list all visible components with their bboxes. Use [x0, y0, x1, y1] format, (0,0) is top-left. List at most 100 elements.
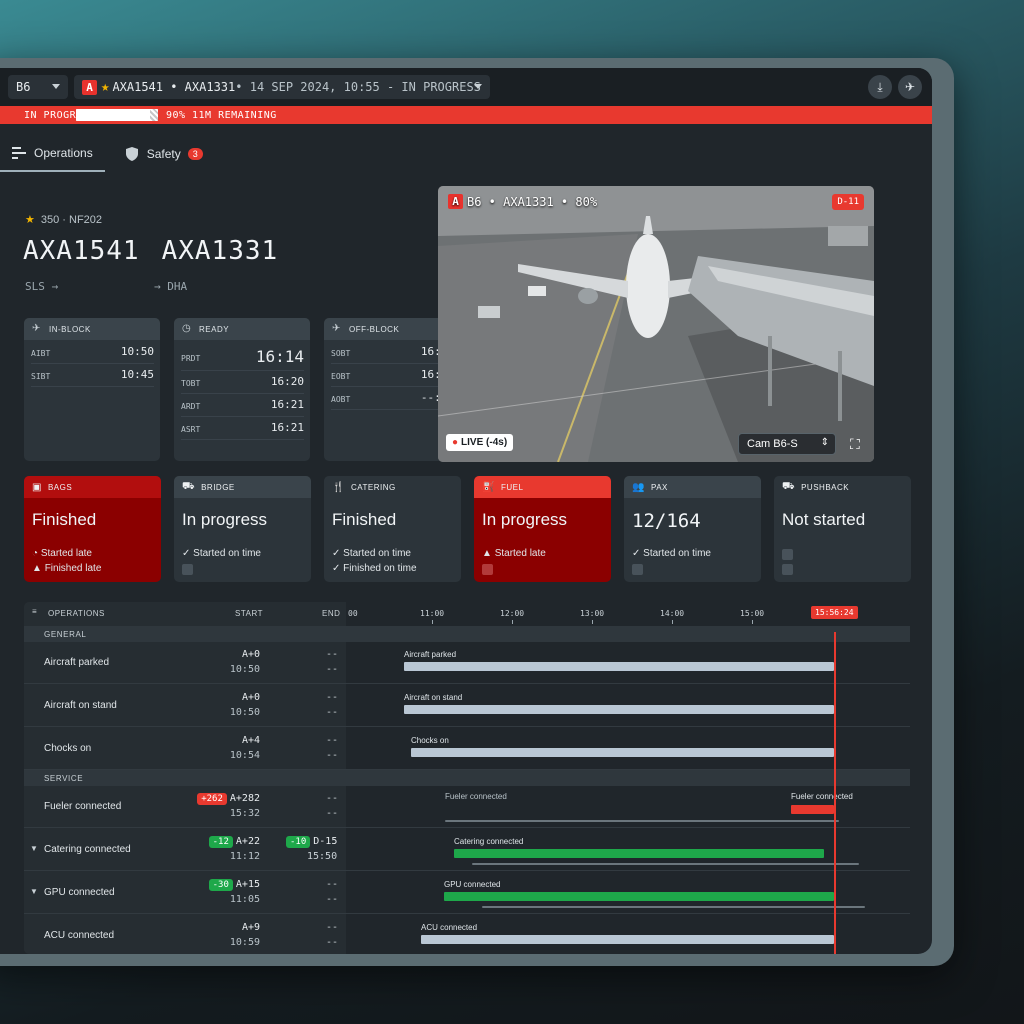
- flight-selector[interactable]: A ★ AXA1541 • AXA1331 • 14 SEP 2024, 10:…: [74, 75, 490, 99]
- start-relative: -12 A+22: [208, 836, 260, 848]
- stand-dropdown[interactable]: B6: [8, 75, 68, 99]
- operation-row[interactable]: Aircraft on stand A+0 10:50 -- -- Aircraft on…: [24, 685, 910, 727]
- pushback-card[interactable]: ⛟ PUSHBACK Not started: [774, 476, 911, 582]
- time-key: SIBT: [31, 372, 51, 381]
- delay-badge: D-11: [832, 194, 864, 210]
- departure-icon: ✈: [332, 323, 341, 334]
- time-value: 16:14: [255, 347, 304, 366]
- time-value: 16:21: [270, 421, 304, 434]
- current-time-line: [834, 632, 836, 954]
- operation-row[interactable]: ACU connected A+9 10:59 -- -- ACU connected: [24, 915, 910, 954]
- flight-info: • 14 SEP 2024, 10:55 - IN PROGRESS: [235, 80, 481, 94]
- time-tick: [432, 620, 433, 624]
- start-column-header: START: [235, 609, 263, 618]
- shield-icon: [125, 147, 139, 161]
- time-row: AIBT 10:50: [31, 342, 154, 364]
- card-status: Finished: [32, 510, 97, 529]
- operation-bar[interactable]: [444, 892, 834, 901]
- time-key: ASRT: [181, 425, 201, 434]
- operation-row[interactable]: Fueler connected +262 A+282 15:32 -- -- Fueler…: [24, 786, 910, 828]
- bridge-card[interactable]: ⛟ BRIDGE In progress ✓ Started on time: [174, 476, 311, 582]
- time-tick: [512, 620, 513, 624]
- expand-chevron-icon[interactable]: ▼: [30, 887, 38, 896]
- card-status: 12/164: [632, 510, 701, 532]
- card-title: BRIDGE: [201, 482, 235, 492]
- time-row: PRDT 16:14: [181, 345, 304, 371]
- end-column-header: END: [322, 609, 341, 618]
- start-relative-text: A+0: [241, 692, 260, 703]
- start-relative-text: A+282: [229, 793, 260, 804]
- bags-card[interactable]: ▣ BAGS Finished ◔ Started late ▲ Finished…: [24, 476, 161, 582]
- time-value: 10:45: [120, 368, 154, 381]
- pending-checkbox: [632, 564, 643, 575]
- tab-label: Operations: [34, 146, 93, 160]
- bar-label: Fueler connected: [791, 792, 853, 801]
- fuel-card[interactable]: ⛽ FUEL In progress ▲ Started late: [474, 476, 611, 582]
- status-line-text: Started on time: [193, 548, 261, 559]
- card-title: IN-BLOCK: [49, 324, 91, 334]
- status-line-text: Started on time: [343, 548, 411, 559]
- download-button[interactable]: ⤓: [868, 75, 892, 99]
- tug-icon: ⛟: [782, 480, 796, 492]
- operation-bar[interactable]: [404, 662, 834, 671]
- operations-title: OPERATIONS: [48, 609, 105, 618]
- operation-bar[interactable]: [791, 805, 834, 814]
- aircraft-meta: ★ 350 · NF202: [25, 213, 102, 226]
- operation-row[interactable]: ▼ GPU connected -30 A+15 11:05 -- -- GPU connec…: [24, 872, 910, 914]
- operation-name: Chocks on: [44, 743, 92, 754]
- status-line-text: Finished late: [44, 563, 102, 574]
- operation-bar[interactable]: [411, 748, 834, 757]
- time-tick-label: 14:00: [660, 609, 685, 618]
- operation-row[interactable]: Chocks on A+4 10:54 -- -- Chocks on: [24, 728, 910, 770]
- time-row: SOBT16:05: [331, 342, 454, 364]
- time-value: 16:21: [270, 398, 304, 411]
- operation-name: Fueler connected: [44, 801, 122, 812]
- fullscreen-icon[interactable]: ⛶: [850, 436, 860, 453]
- end-relative-text: D-15: [313, 836, 338, 847]
- operation-row[interactable]: Aircraft parked A+0 10:50 -- -- Aircraft park…: [24, 642, 910, 684]
- inbound-flight: AXA1541: [23, 236, 140, 266]
- card-title: PUSHBACK: [801, 482, 850, 492]
- card-status: In progress: [182, 510, 268, 529]
- operation-name: Catering connected: [44, 844, 131, 855]
- operation-row[interactable]: ▼ Catering connected -12 A+22 11:12 -10 D-15 15…: [24, 829, 910, 871]
- start-delta-badge: -12: [208, 836, 233, 848]
- live-text: LIVE (-4s): [461, 437, 508, 448]
- time-tick-label: 00: [348, 609, 358, 618]
- catering-card[interactable]: 🍴 CATERING Finished ✓ Started on time ✓ F…: [324, 476, 461, 582]
- operations-panel: ≡ OPERATIONS START END 00 11:00 12:00 13:00…: [24, 602, 910, 954]
- time-tick: [592, 620, 593, 624]
- operation-bar[interactable]: [454, 849, 824, 858]
- operation-bar[interactable]: [404, 705, 834, 714]
- planned-bar-label: Fueler connected: [445, 792, 507, 801]
- start-relative: A+4: [242, 735, 260, 746]
- updown-chevron-icon: ⇕: [820, 437, 829, 448]
- camera-value: Cam B6-S: [747, 438, 798, 450]
- operation-bar[interactable]: [421, 935, 834, 944]
- camera-select[interactable]: Cam B6-S ⇕: [738, 433, 836, 455]
- card-title: PAX: [650, 482, 668, 492]
- start-relative-text: A+9: [241, 922, 260, 933]
- card-status: Finished: [332, 510, 397, 529]
- pending-checkbox: [782, 549, 793, 560]
- pax-card[interactable]: 👥 PAX 12/164 ✓ Started on time: [624, 476, 761, 582]
- card-header: 🍴 CATERING: [324, 476, 461, 498]
- tab-safety[interactable]: Safety 3: [113, 136, 215, 172]
- tab-operations[interactable]: Operations: [0, 136, 105, 172]
- start-time: 11:05: [229, 894, 260, 905]
- bar-label: Catering connected: [454, 837, 524, 846]
- bar-label: Aircraft on stand: [404, 693, 463, 702]
- planned-bar: [445, 820, 839, 822]
- operation-name: Aircraft on stand: [44, 700, 117, 711]
- check-icon: ✓: [632, 548, 644, 559]
- camera-feed[interactable]: A B6 • AXA1331 • 80% D-11 ● LIVE (-4s) Cam…: [438, 186, 874, 462]
- expand-chevron-icon[interactable]: ▼: [30, 844, 38, 853]
- check-icon: ✓: [332, 548, 344, 559]
- chevron-down-icon: [474, 84, 482, 89]
- pending-checkbox: [782, 564, 793, 575]
- warning-icon: ▲: [482, 548, 495, 559]
- check-icon: ✓: [182, 548, 194, 559]
- status-line: ▲ Started late: [482, 548, 546, 559]
- departure-icon[interactable]: ✈: [898, 75, 922, 99]
- status-line-text: Finished on time: [343, 563, 417, 574]
